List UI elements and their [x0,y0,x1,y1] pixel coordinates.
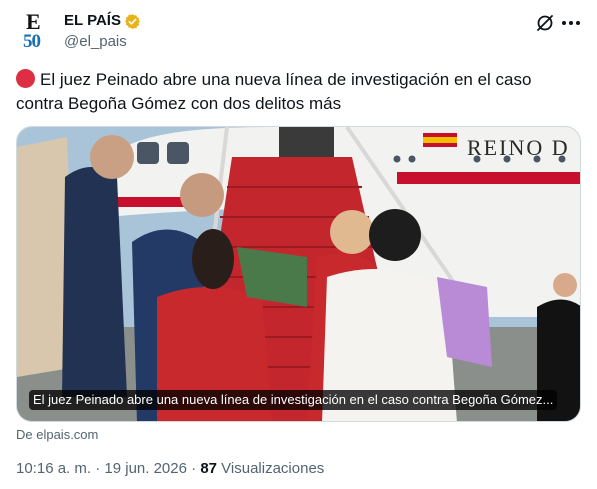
link-card[interactable]: REINO D El juez Peinado abre una nueva l… [16,126,581,422]
avatar-number: 50 [23,31,41,52]
tweet-body: El juez Peinado abre una nueva línea de … [16,70,532,113]
author-handle[interactable]: @el_pais [64,33,127,51]
tweet-time[interactable]: 10:16 a. m. [16,460,91,477]
tweet-meta: 10:16 a. m. · 19 jun. 2026 · 87 Visualiz… [16,459,324,479]
card-photo: REINO D [17,127,580,421]
verified-badge-icon [125,13,140,29]
red-circle-icon [16,69,35,88]
avatar-letter: E [26,9,41,34]
card-caption: El juez Peinado abre una nueva línea de … [29,390,558,410]
meta-separator: · [91,460,105,477]
views-label: Visualizaciones [217,460,325,477]
avatar[interactable]: E 50 [17,11,57,51]
card-source[interactable]: De elpais.com [16,427,98,443]
views-count: 87 [200,460,217,477]
tweet-date[interactable]: 19 jun. 2026 [104,460,187,477]
meta-separator: · [186,460,201,477]
tweet: E 50 EL PAÍS @el_pais El juez Peinado ab… [0,0,597,489]
tweet-text: El juez Peinado abre una nueva línea de … [16,68,581,116]
grok-icon[interactable] [535,13,555,33]
display-name[interactable]: EL PAÍS [64,12,121,30]
author-name-row: EL PAÍS [64,12,141,30]
svg-text:REINO D: REINO D [467,135,570,160]
more-options-icon[interactable] [560,13,582,33]
